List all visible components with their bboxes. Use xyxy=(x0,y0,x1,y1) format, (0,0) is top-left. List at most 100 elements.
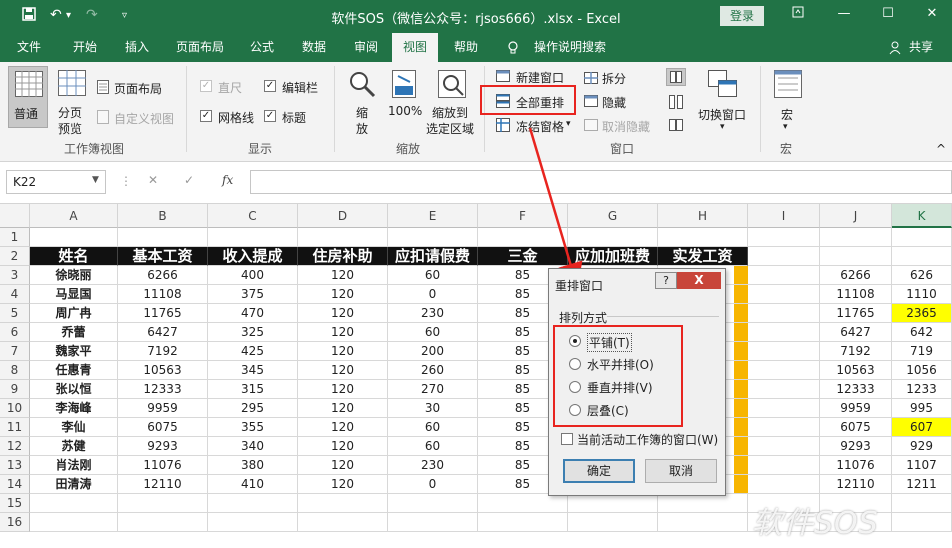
row-header-4[interactable]: 4 xyxy=(0,285,30,304)
row-header-10[interactable]: 10 xyxy=(0,399,30,418)
row-header-6[interactable]: 6 xyxy=(0,323,30,342)
zoom-100-button[interactable]: 100% xyxy=(386,66,424,126)
table-cell[interactable]: 6266 xyxy=(118,266,208,285)
cell[interactable] xyxy=(892,494,952,513)
table-cell[interactable]: 7192 xyxy=(118,342,208,361)
table-cell[interactable]: 李海峰 xyxy=(30,399,118,418)
switch-windows-button[interactable]: 切换窗口 ▾ xyxy=(694,66,754,138)
freeze-panes-icon[interactable] xyxy=(496,118,510,135)
table-cell[interactable]: 李仙 xyxy=(30,418,118,437)
row-header-16[interactable]: 16 xyxy=(0,513,30,532)
page-layout-icon[interactable] xyxy=(97,80,109,97)
select-all-corner[interactable] xyxy=(0,204,30,228)
table-cell[interactable]: 11108 xyxy=(820,285,892,304)
table-cell[interactable]: 120 xyxy=(298,437,388,456)
cell[interactable] xyxy=(478,494,568,513)
tab-help[interactable]: 帮助 xyxy=(444,33,488,62)
cell[interactable] xyxy=(748,361,820,380)
row-header-15[interactable]: 15 xyxy=(0,494,30,513)
cell[interactable] xyxy=(208,494,298,513)
tab-page-layout[interactable]: 页面布局 xyxy=(168,33,232,62)
enter-icon[interactable]: ✓ xyxy=(184,173,194,187)
table-cell[interactable]: 9293 xyxy=(820,437,892,456)
table-cell[interactable]: 260 xyxy=(388,361,478,380)
table-cell[interactable]: 6266 xyxy=(820,266,892,285)
radio-cascade-label[interactable]: 层叠(C) xyxy=(587,402,629,419)
tab-home[interactable]: 开始 xyxy=(62,33,108,62)
table-cell[interactable]: 120 xyxy=(298,418,388,437)
table-cell[interactable]: 120 xyxy=(298,323,388,342)
active-workbook-checkbox[interactable] xyxy=(561,433,573,445)
table-cell[interactable]: 470 xyxy=(208,304,298,323)
table-cell[interactable]: 2365 xyxy=(892,304,952,323)
table-cell[interactable]: 230 xyxy=(388,456,478,475)
cell[interactable] xyxy=(748,323,820,342)
table-cell[interactable]: 120 xyxy=(298,399,388,418)
row-header-2[interactable]: 2 xyxy=(0,247,30,266)
table-cell[interactable]: 345 xyxy=(208,361,298,380)
table-cell[interactable]: 120 xyxy=(298,266,388,285)
cell[interactable] xyxy=(748,475,820,494)
hide-button[interactable]: 隐藏 xyxy=(602,94,626,111)
table-cell[interactable]: 60 xyxy=(388,437,478,456)
custom-views-icon[interactable] xyxy=(97,110,109,127)
table-cell[interactable]: 995 xyxy=(892,399,952,418)
formula-input[interactable] xyxy=(250,170,952,194)
table-cell[interactable]: 1233 xyxy=(892,380,952,399)
cell[interactable] xyxy=(658,228,748,247)
table-cell[interactable]: 1056 xyxy=(892,361,952,380)
column-header-e[interactable]: E xyxy=(388,204,478,228)
row-header-5[interactable]: 5 xyxy=(0,304,30,323)
cell[interactable] xyxy=(30,494,118,513)
cell[interactable] xyxy=(388,228,478,247)
cell[interactable] xyxy=(748,399,820,418)
column-header-k[interactable]: K xyxy=(892,204,952,228)
table-cell[interactable]: 6075 xyxy=(820,418,892,437)
worksheet-grid[interactable]: ABCDEFGHIJK 1 2 3 4 5 6 7 8 9 10 11 12 13 14 15 16 姓名 基本… xyxy=(0,204,952,548)
column-header-c[interactable]: C xyxy=(208,204,298,228)
cell[interactable] xyxy=(748,437,820,456)
radio-horizontal[interactable] xyxy=(569,358,581,370)
column-header-f[interactable]: F xyxy=(478,204,568,228)
radio-vertical-label[interactable]: 垂直并排(V) xyxy=(587,379,653,396)
cell[interactable] xyxy=(388,513,478,532)
table-cell[interactable]: 120 xyxy=(298,342,388,361)
table-cell[interactable]: 苏健 xyxy=(30,437,118,456)
row-header-8[interactable]: 8 xyxy=(0,361,30,380)
name-box[interactable]: K22 xyxy=(6,170,106,194)
table-cell[interactable]: 230 xyxy=(388,304,478,323)
cell[interactable] xyxy=(118,228,208,247)
maximize-icon[interactable]: ☐ xyxy=(876,6,900,21)
row-header-14[interactable]: 14 xyxy=(0,475,30,494)
row-header-12[interactable]: 12 xyxy=(0,437,30,456)
tab-file[interactable]: 文件 xyxy=(6,33,52,62)
table-cell[interactable]: 6427 xyxy=(118,323,208,342)
headings-checkbox[interactable]: ✓ xyxy=(264,110,276,122)
zoom-to-selection-button[interactable]: 缩放到 选定区域 xyxy=(426,66,478,136)
cell[interactable] xyxy=(748,456,820,475)
table-cell[interactable]: 340 xyxy=(208,437,298,456)
tab-data[interactable]: 数据 xyxy=(292,33,336,62)
table-cell[interactable]: 719 xyxy=(892,342,952,361)
table-cell[interactable]: 张以恒 xyxy=(30,380,118,399)
table-cell[interactable]: 120 xyxy=(298,456,388,475)
tell-me-search[interactable]: 操作说明搜索 xyxy=(528,33,612,62)
close-dialog-button[interactable]: X xyxy=(677,272,721,289)
table-cell[interactable]: 1110 xyxy=(892,285,952,304)
macros-button[interactable]: 宏 ▾ xyxy=(770,66,806,138)
cell[interactable] xyxy=(30,513,118,532)
cell[interactable] xyxy=(118,513,208,532)
radio-tiled[interactable] xyxy=(569,335,581,347)
table-cell[interactable]: 0 xyxy=(388,475,478,494)
table-cell[interactable]: 乔蕾 xyxy=(30,323,118,342)
cell[interactable] xyxy=(748,247,820,266)
ribbon-display-icon[interactable] xyxy=(786,6,810,22)
table-cell[interactable]: 11076 xyxy=(118,456,208,475)
row-header-3[interactable]: 3 xyxy=(0,266,30,285)
freeze-panes-dropdown-icon[interactable]: ▾ xyxy=(566,119,571,129)
tab-formulas[interactable]: 公式 xyxy=(240,33,284,62)
row-header-9[interactable]: 9 xyxy=(0,380,30,399)
table-cell[interactable]: 11765 xyxy=(118,304,208,323)
cell[interactable] xyxy=(748,285,820,304)
cancel-icon[interactable]: ✕ xyxy=(148,173,158,187)
